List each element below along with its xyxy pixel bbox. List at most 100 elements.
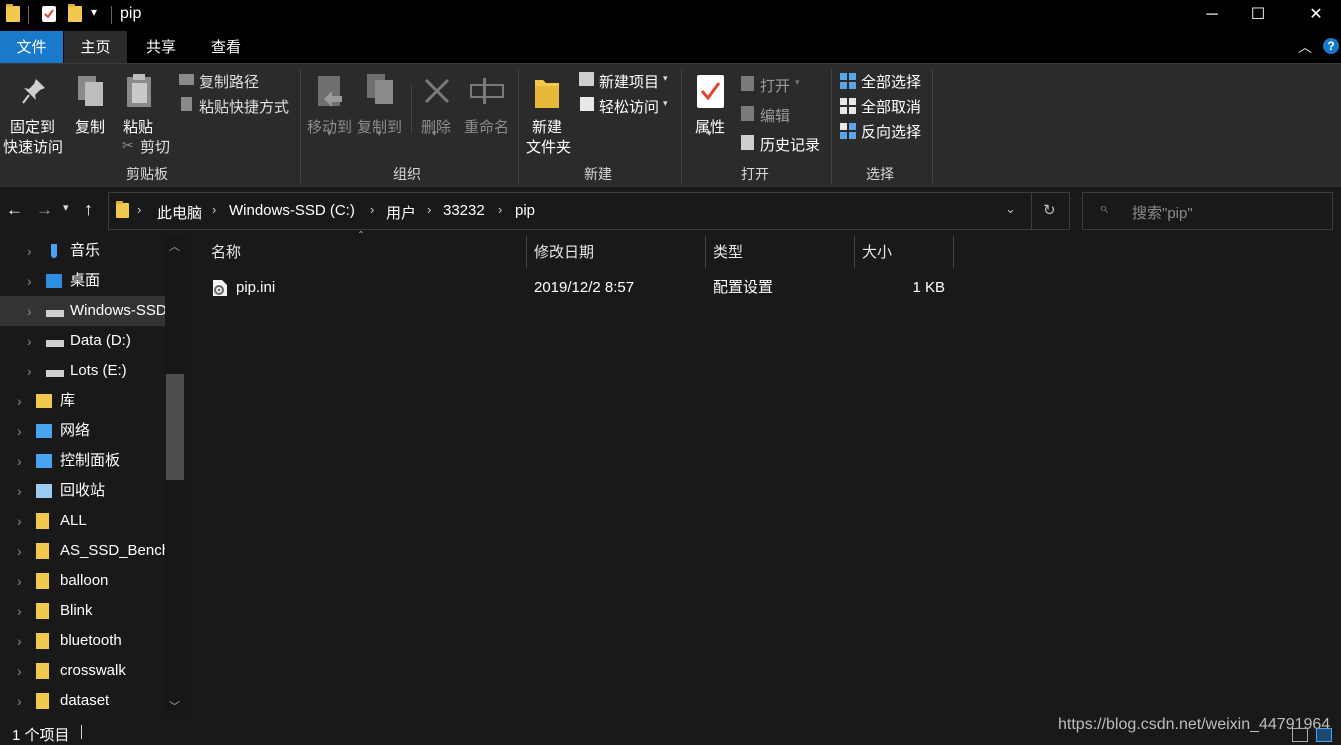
new-folder-label2[interactable]: 文件夹 (526, 136, 571, 157)
details-view-icon[interactable] (1292, 728, 1308, 742)
sidebar-item[interactable]: › AS_SSD_Benchmark (0, 536, 165, 566)
column-divider[interactable] (526, 236, 527, 268)
maximize-button[interactable]: ☐ (1235, 0, 1281, 31)
breadcrumb-users[interactable]: 用户 (386, 202, 416, 223)
edit-icon (741, 106, 754, 121)
sidebar-item[interactable]: › Windows-SSD (C:) (0, 296, 165, 326)
tab-home[interactable]: 主页 (64, 31, 127, 63)
sidebar-item[interactable]: › ALL (0, 506, 165, 536)
forward-arrow-icon[interactable]: → (36, 200, 53, 220)
column-divider[interactable] (705, 236, 706, 268)
drive-icon (46, 310, 64, 317)
sidebar-item[interactable]: › balloon (0, 566, 165, 596)
open-button[interactable]: 打开 (760, 75, 790, 96)
paste-shortcut-button[interactable]: 粘贴快捷方式 (199, 96, 289, 117)
tab-file[interactable]: 文件 (0, 31, 63, 63)
column-divider[interactable] (953, 236, 954, 268)
sidebar-item[interactable]: › dataset (0, 686, 165, 716)
properties-quick-icon[interactable] (42, 6, 56, 22)
scroll-down-icon[interactable]: ﹀ (169, 698, 180, 714)
chevron-right-icon[interactable]: › (137, 202, 141, 217)
expand-chevron-icon[interactable]: › (17, 686, 22, 716)
customize-quick-access-icon[interactable]: ▾ (91, 5, 97, 19)
expand-chevron-icon[interactable]: › (27, 236, 32, 266)
sidebar-item[interactable]: › bluetooth (0, 626, 165, 656)
paste-button[interactable]: 粘贴 (123, 116, 153, 137)
easy-access-icon (580, 97, 594, 111)
expand-chevron-icon[interactable]: › (17, 506, 22, 536)
chevron-right-icon[interactable]: › (212, 202, 216, 217)
chevron-right-icon[interactable]: › (498, 202, 502, 217)
expand-chevron-icon[interactable]: › (17, 626, 22, 656)
select-none-button[interactable]: 全部取消 (861, 96, 921, 117)
chevron-right-icon[interactable]: › (427, 202, 431, 217)
pin-to-quick-access-button[interactable]: 固定到 (10, 116, 55, 137)
expand-chevron-icon[interactable]: › (17, 416, 22, 446)
sidebar-item[interactable]: › Lots (E:) (0, 356, 165, 386)
column-divider[interactable] (854, 236, 855, 268)
pin-to-quick-access-label2[interactable]: 快速访问 (3, 136, 63, 157)
file-name[interactable]: pip.ini (236, 276, 275, 300)
refresh-icon[interactable]: ↻ (1043, 201, 1056, 219)
easy-access-button[interactable]: 轻松访问 (599, 96, 659, 117)
copy-button[interactable]: 复制 (75, 116, 105, 137)
expand-chevron-icon[interactable]: › (17, 446, 22, 476)
sidebar-item[interactable]: › crosswalk (0, 656, 165, 686)
breadcrumb-drive-c[interactable]: Windows-SSD (C:) (229, 202, 355, 219)
search-input[interactable]: ⌕ 搜索"pip" (1082, 192, 1333, 230)
expand-chevron-icon[interactable]: › (27, 356, 32, 386)
new-folder-icon (533, 74, 563, 108)
column-header-name[interactable]: 名称 (211, 236, 241, 270)
edit-button[interactable]: 编辑 (760, 105, 790, 126)
breadcrumb-user[interactable]: 33232 (443, 202, 485, 219)
expand-chevron-icon[interactable]: › (27, 326, 32, 356)
sidebar-item[interactable]: › Data (D:) (0, 326, 165, 356)
column-header-type[interactable]: 类型 (713, 236, 743, 270)
expand-chevron-icon[interactable]: › (17, 566, 22, 596)
breadcrumb-this-pc[interactable]: 此电脑 (157, 202, 202, 223)
address-history-icon[interactable]: ⌄ (1005, 201, 1016, 217)
minimize-button[interactable]: ─ (1189, 0, 1235, 31)
new-folder-button[interactable]: 新建 (532, 116, 562, 137)
sidebar-item[interactable]: › 网络 (0, 416, 165, 446)
back-arrow-icon[interactable]: ← (6, 200, 23, 220)
address-bar[interactable]: › 此电脑 › Windows-SSD (C:) › 用户 › 33232 › … (108, 192, 1070, 230)
close-button[interactable]: ✕ (1293, 0, 1339, 31)
collapse-ribbon-icon[interactable]: ︿ (1298, 37, 1312, 57)
breadcrumb-pip[interactable]: pip (515, 202, 535, 219)
sidebar-item[interactable]: › 控制面板 (0, 446, 165, 476)
tab-view[interactable]: 查看 (195, 31, 257, 63)
tab-share[interactable]: 共享 (130, 31, 192, 63)
cut-button[interactable]: 剪切 (140, 136, 170, 157)
scroll-up-icon[interactable]: ︿ (169, 238, 180, 254)
nav-scrollbar-thumb[interactable] (166, 374, 184, 480)
column-header-modified[interactable]: 修改日期 (534, 236, 594, 270)
sidebar-item[interactable]: › 库 (0, 386, 165, 416)
sidebar-item[interactable]: › 桌面 (0, 266, 165, 296)
expand-chevron-icon[interactable]: › (17, 386, 22, 416)
column-header-size[interactable]: 大小 (862, 236, 892, 270)
new-item-button[interactable]: 新建项目 (599, 71, 659, 92)
sidebar-item[interactable]: › Blink (0, 596, 165, 626)
up-arrow-icon[interactable]: ↑ (84, 199, 93, 220)
help-icon[interactable]: ? (1323, 38, 1339, 54)
expand-chevron-icon[interactable]: › (17, 476, 22, 506)
recent-locations-icon[interactable]: ▾ (63, 201, 69, 214)
copy-path-button[interactable]: 复制路径 (199, 71, 259, 92)
expand-chevron-icon[interactable]: › (17, 536, 22, 566)
rename-button[interactable]: 重命名 (464, 116, 509, 137)
expand-chevron-icon[interactable]: › (27, 266, 32, 296)
large-icons-view-icon[interactable] (1316, 728, 1332, 742)
chevron-right-icon[interactable]: › (370, 202, 374, 217)
select-all-button[interactable]: 全部选择 (861, 71, 921, 92)
expand-chevron-icon[interactable]: › (17, 596, 22, 626)
sidebar-item[interactable]: › 回收站 (0, 476, 165, 506)
new-folder-quick-icon[interactable] (68, 4, 82, 22)
expand-chevron-icon[interactable]: › (27, 296, 32, 326)
sidebar-item[interactable]: › 音乐 (0, 236, 165, 266)
ribbon-tabs: 文件 主页 共享 查看 ︿ ? (0, 31, 1341, 63)
group-separator (518, 69, 519, 183)
history-button[interactable]: 历史记录 (760, 134, 820, 155)
invert-selection-button[interactable]: 反向选择 (861, 121, 921, 142)
expand-chevron-icon[interactable]: › (17, 656, 22, 686)
